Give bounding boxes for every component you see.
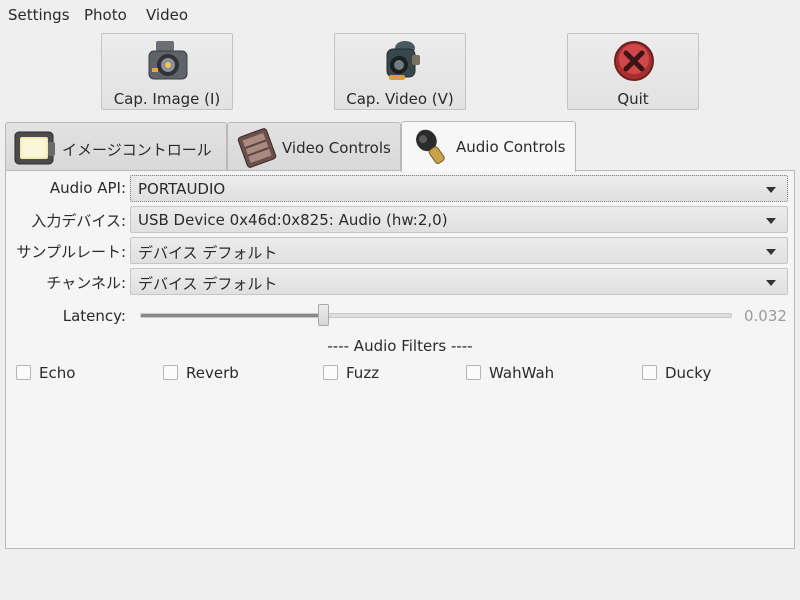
audio-api-select[interactable]: PORTAUDIO	[130, 175, 788, 202]
tab-image-controls[interactable]: イメージコントロール	[5, 122, 227, 171]
latency-slider-handle[interactable]	[318, 304, 329, 326]
fuzz-label: Fuzz	[346, 364, 380, 382]
input-device-label: 入力デバイス:	[31, 212, 126, 230]
quit-button[interactable]: Quit	[567, 33, 699, 110]
echo-label: Echo	[39, 364, 76, 382]
video-camera-icon	[386, 41, 420, 80]
menu-settings[interactable]: Settings	[8, 6, 70, 24]
latency-value: 0.032	[744, 307, 787, 325]
tab-audio-controls[interactable]: Audio Controls	[401, 121, 576, 172]
checkbox-box[interactable]	[16, 365, 31, 380]
chevron-down-icon	[766, 280, 776, 286]
latency-slider-fill	[141, 314, 325, 317]
input-device-select[interactable]: USB Device 0x46d:0x825: Audio (hw:2,0)	[130, 206, 788, 233]
menu-video[interactable]: Video	[146, 6, 188, 24]
latency-label: Latency:	[62, 307, 126, 325]
quit-label: Quit	[617, 90, 649, 108]
camera-icon	[148, 41, 188, 80]
channels-label: チャンネル:	[46, 274, 126, 292]
checkbox-box[interactable]	[163, 365, 178, 380]
sample-rate-label: サンプルレート:	[16, 243, 126, 261]
checkbox-box[interactable]	[466, 365, 481, 380]
wahwah-label: WahWah	[489, 364, 555, 382]
microphone-icon	[416, 129, 445, 164]
reverb-label: Reverb	[186, 364, 239, 382]
menu-photo[interactable]: Photo	[84, 6, 127, 24]
sample-rate-value: デバイス デフォルト	[138, 244, 278, 262]
capture-image-button[interactable]: Cap. Image (I)	[101, 33, 233, 110]
chevron-down-icon	[766, 249, 776, 255]
latency-slider-track[interactable]	[140, 313, 732, 318]
capture-image-label: Cap. Image (I)	[113, 90, 221, 108]
input-device-value: USB Device 0x46d:0x825: Audio (hw:2,0)	[138, 211, 448, 229]
chevron-down-icon	[766, 187, 776, 193]
audio-filters-title: ---- Audio Filters ----	[327, 337, 473, 355]
audio-api-label: Audio API:	[49, 179, 126, 197]
checkbox-box[interactable]	[323, 365, 338, 380]
tab-audio-controls-label: Audio Controls	[456, 138, 566, 156]
tab-image-controls-label: イメージコントロール	[62, 141, 212, 159]
tab-video-controls[interactable]: Video Controls	[227, 122, 401, 171]
menu-bar: Settings Photo Video	[0, 0, 800, 30]
capture-video-button[interactable]: Cap. Video (V)	[334, 33, 466, 110]
quit-icon	[614, 41, 654, 81]
ducky-label: Ducky	[665, 364, 712, 382]
channels-select[interactable]: デバイス デフォルト	[130, 268, 788, 295]
channels-value: デバイス デフォルト	[138, 275, 278, 293]
image-controls-icon	[14, 131, 55, 165]
tab-video-controls-label: Video Controls	[282, 139, 391, 157]
sample-rate-select[interactable]: デバイス デフォルト	[130, 237, 788, 264]
chevron-down-icon	[766, 218, 776, 224]
checkbox-box[interactable]	[642, 365, 657, 380]
video-controls-icon	[237, 128, 277, 168]
capture-video-label: Cap. Video (V)	[346, 90, 454, 108]
audio-api-value: PORTAUDIO	[138, 180, 226, 198]
